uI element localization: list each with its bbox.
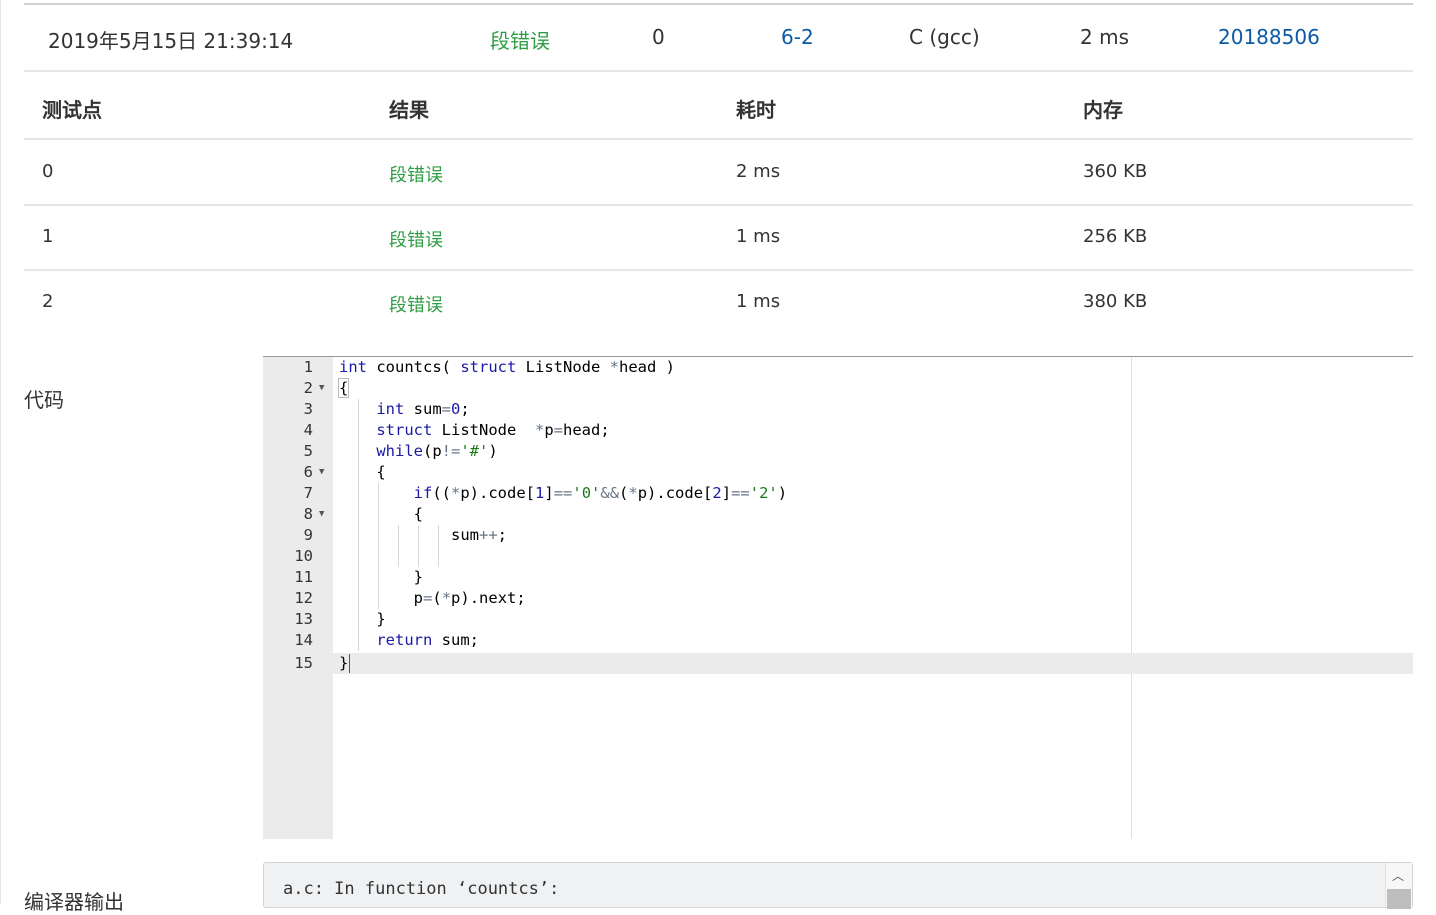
code-line: 7 if((*p).code[1]=='0'&&(*p).code[2]=='2… — [263, 483, 1413, 504]
code-line-active: 15 } — [263, 653, 1413, 674]
header-time: 耗时 — [736, 98, 776, 122]
test-time: 2 ms — [736, 161, 781, 182]
scroll-up-icon[interactable]: ︿ — [1392, 867, 1404, 884]
code-text: return sum; — [376, 631, 479, 649]
user-link[interactable]: 20188506 — [1218, 25, 1320, 49]
compiler-output-box[interactable]: a.c: In function ‘countcs’: ︿ — [263, 862, 1413, 909]
test-result: 段错误 — [389, 230, 443, 251]
code-line: 14 return sum; — [263, 630, 1413, 651]
table-row: 1 段错误 1 ms 256 KB — [24, 206, 1413, 271]
compiler-output-text: a.c: In function ‘countcs’: — [283, 879, 560, 899]
compiler-output-label: 编译器输出 — [24, 890, 124, 914]
fold-arrow-icon[interactable]: ▼ — [319, 504, 324, 525]
code-text: while(p!='#') — [376, 442, 498, 460]
line-number: 14 — [294, 631, 313, 649]
scrollbar[interactable]: ︿ — [1385, 863, 1412, 909]
code-text: { — [339, 505, 423, 523]
line-number: 11 — [294, 568, 313, 586]
page-left-border — [0, 0, 1, 904]
code-label: 代码 — [24, 388, 64, 412]
code-line: 11 } — [263, 567, 1413, 588]
code-text: p=(*p).next; — [339, 589, 526, 607]
line-number: 9 — [303, 526, 313, 544]
code-text: int sum=0; — [376, 400, 470, 418]
fold-arrow-icon[interactable]: ▼ — [319, 462, 324, 483]
line-number: 13 — [294, 610, 313, 628]
line-number: 7 — [303, 484, 313, 502]
line-number: 6 — [303, 463, 313, 481]
test-time: 1 ms — [736, 226, 781, 247]
code-text: if((*p).code[1]=='0'&&(*p).code[2]=='2') — [413, 484, 788, 502]
code-line: 13 } — [263, 609, 1413, 630]
code-line: 8 ▼ { — [263, 504, 1413, 525]
submission-duration: 2 ms — [1080, 25, 1129, 49]
code-text: { — [337, 378, 350, 398]
table-row: 0 段错误 2 ms 360 KB — [24, 141, 1413, 206]
code-line: 6 ▼ { — [263, 462, 1413, 483]
code-text: } — [339, 654, 349, 672]
code-editor[interactable]: 1 int countcs( struct ListNode *head ) 2… — [263, 356, 1413, 839]
test-id: 2 — [42, 291, 54, 312]
code-text: int countcs( struct ListNode *head ) — [339, 358, 675, 376]
line-number: 5 — [303, 442, 313, 460]
code-text: { — [339, 463, 386, 481]
test-memory: 360 KB — [1083, 161, 1148, 182]
test-id: 0 — [42, 161, 54, 182]
line-number: 2 — [303, 379, 313, 397]
test-memory: 256 KB — [1083, 226, 1148, 247]
code-line: 1 int countcs( struct ListNode *head ) — [263, 357, 1413, 378]
code-text: } — [339, 610, 386, 628]
header-test-point: 测试点 — [42, 98, 102, 122]
line-number: 1 — [303, 358, 313, 376]
line-number: 4 — [303, 421, 313, 439]
fold-arrow-icon[interactable]: ▼ — [319, 378, 324, 399]
code-text: sum++; — [339, 526, 507, 544]
table-row: 2 段错误 1 ms 380 KB — [24, 271, 1413, 334]
test-result: 段错误 — [389, 165, 443, 186]
test-time: 1 ms — [736, 291, 781, 312]
header-result: 结果 — [389, 98, 429, 122]
scrollbar-thumb[interactable] — [1387, 889, 1411, 909]
code-line: 10 — [263, 546, 1413, 567]
line-number: 10 — [294, 547, 313, 565]
code-line: 4 struct ListNode *p=head; — [263, 420, 1413, 441]
line-number: 3 — [303, 400, 313, 418]
test-id: 1 — [42, 226, 54, 247]
test-result: 段错误 — [389, 295, 443, 316]
code-line: 9 sum++; — [263, 525, 1413, 546]
code-line: 12 p=(*p).next; — [263, 588, 1413, 609]
code-line: 2 ▼ { — [263, 378, 1413, 399]
line-number: 8 — [303, 505, 313, 523]
header-memory: 内存 — [1083, 98, 1123, 122]
submission-compiler: C (gcc) — [909, 25, 980, 49]
code-text: } — [339, 568, 423, 586]
code-line: 5 while(p!='#') — [263, 441, 1413, 462]
submission-row: 2019年5月15日 21:39:14 段错误 0 6-2 C (gcc) 2 … — [24, 5, 1413, 72]
tests-table-header: 测试点 结果 耗时 内存 — [24, 72, 1413, 140]
line-number: 12 — [294, 589, 313, 607]
text-cursor — [349, 654, 350, 673]
submission-time: 2019年5月15日 21:39:14 — [48, 29, 294, 53]
code-line: 3 int sum=0; — [263, 399, 1413, 420]
test-memory: 380 KB — [1083, 291, 1148, 312]
problem-link[interactable]: 6-2 — [781, 25, 814, 49]
submission-score: 0 — [652, 25, 665, 49]
code-text: struct ListNode *p=head; — [376, 421, 610, 439]
submission-status: 段错误 — [490, 29, 550, 53]
